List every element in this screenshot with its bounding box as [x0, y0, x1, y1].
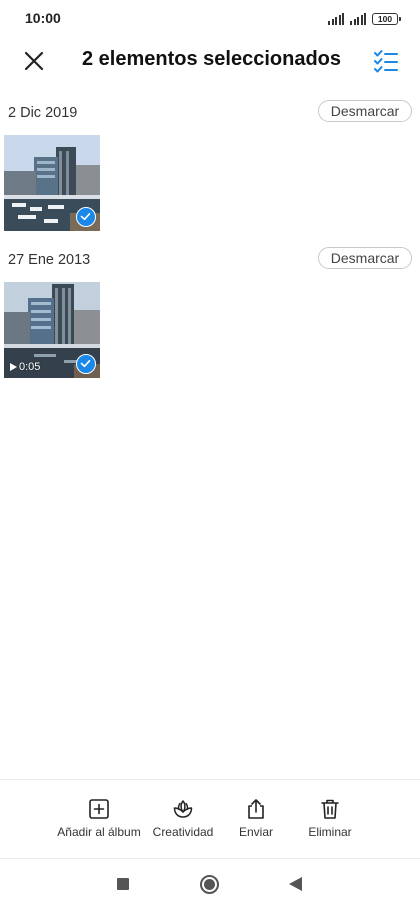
status-bar: 10:00 100 — [0, 0, 420, 36]
play-icon — [10, 363, 17, 371]
page-title: 2 elementos seleccionados — [82, 48, 342, 70]
action-label: Enviar — [238, 825, 274, 839]
system-nav-bar — [0, 860, 420, 910]
action-label: Creatividad — [152, 825, 214, 839]
photo-thumbnail[interactable] — [4, 135, 100, 231]
send-button[interactable]: Enviar — [232, 797, 280, 847]
video-duration: 0:05 — [10, 361, 40, 373]
lotus-icon — [173, 800, 193, 818]
unmark-button[interactable]: Desmarcar — [318, 247, 412, 269]
group-date: 27 Ene 2013 — [8, 252, 91, 268]
selected-check-icon[interactable] — [76, 354, 96, 374]
select-all-button[interactable] — [372, 48, 400, 74]
status-icons: 100 — [328, 11, 401, 25]
battery-level: 100 — [377, 14, 393, 24]
signal-icon — [350, 13, 366, 25]
action-label: Añadir al álbum — [57, 825, 141, 839]
divider — [0, 779, 420, 780]
share-icon — [248, 799, 264, 819]
selection-header: 2 elementos seleccionados — [0, 36, 420, 86]
add-to-album-icon — [89, 799, 109, 819]
action-label: Eliminar — [308, 825, 352, 839]
unmark-button[interactable]: Desmarcar — [318, 100, 412, 122]
delete-button[interactable]: Eliminar — [302, 797, 358, 847]
date-group-header: 2 Dic 2019 Desmarcar — [0, 100, 420, 128]
creativity-button[interactable]: Creatividad — [150, 797, 216, 847]
trash-icon — [321, 799, 339, 819]
back-icon[interactable] — [289, 877, 302, 891]
duration-text: 0:05 — [19, 361, 41, 373]
signal-icon — [328, 13, 344, 25]
status-time: 10:00 — [25, 10, 61, 26]
close-icon — [24, 51, 44, 71]
home-icon[interactable] — [200, 875, 219, 894]
video-thumbnail[interactable]: 0:05 — [4, 282, 100, 378]
checklist-icon — [374, 50, 398, 73]
close-button[interactable] — [20, 47, 48, 75]
recents-icon[interactable] — [117, 878, 129, 890]
date-group-header: 27 Ene 2013 Desmarcar — [0, 247, 420, 275]
selected-check-icon[interactable] — [76, 207, 96, 227]
battery-icon: 100 — [372, 13, 401, 25]
divider — [0, 858, 420, 859]
group-date: 2 Dic 2019 — [8, 105, 78, 121]
